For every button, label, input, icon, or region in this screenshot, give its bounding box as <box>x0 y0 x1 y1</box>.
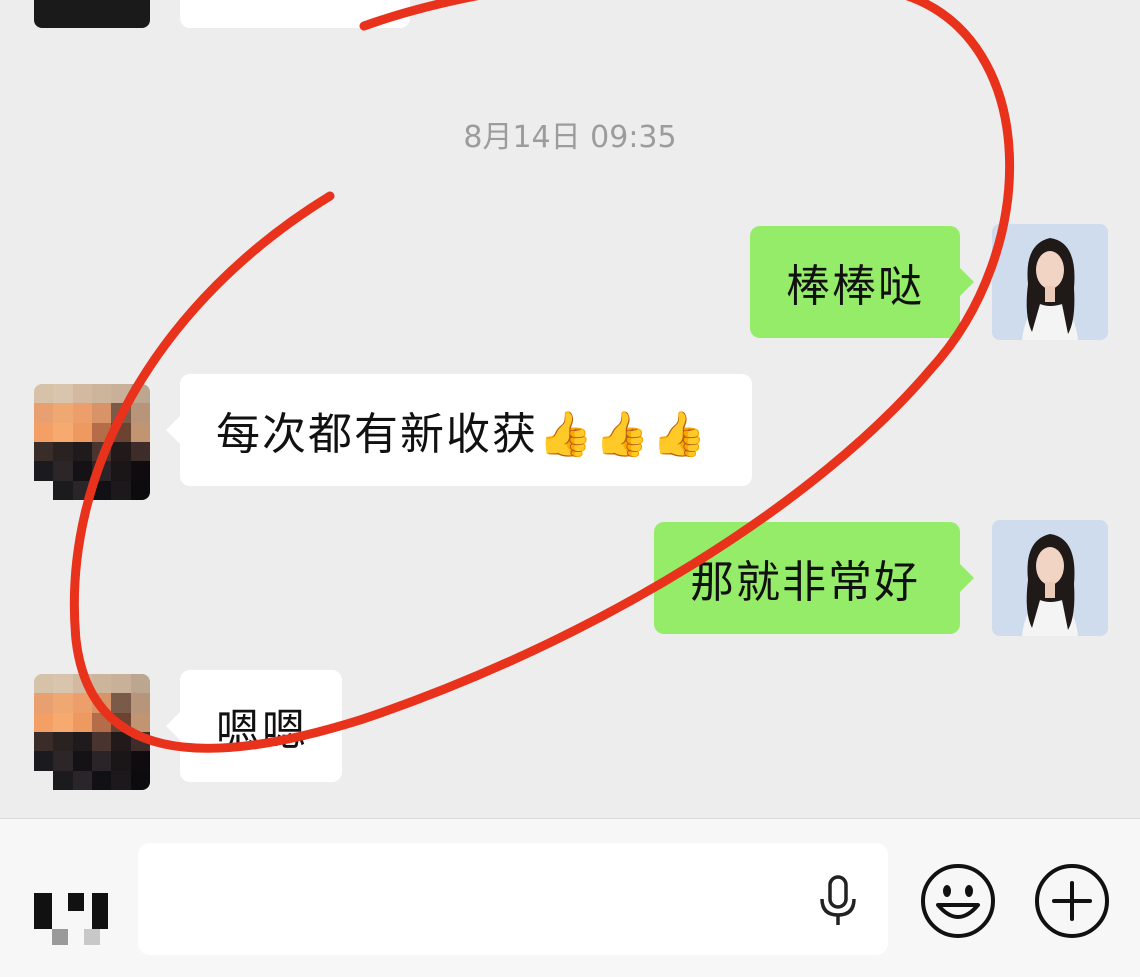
emoji-icon[interactable] <box>920 863 996 939</box>
message-bubble-received[interactable]: 每次都有新收获👍👍👍 <box>166 374 752 486</box>
contact-avatar[interactable] <box>34 674 150 790</box>
voice-toggle-icon[interactable] <box>34 893 110 945</box>
user-avatar[interactable] <box>992 224 1108 340</box>
contact-avatar[interactable] <box>34 0 150 28</box>
input-toolbar <box>0 818 1140 977</box>
message-input[interactable] <box>138 843 888 955</box>
contact-avatar[interactable] <box>34 384 150 500</box>
plus-icon[interactable] <box>1034 863 1110 939</box>
user-avatar[interactable] <box>992 520 1108 636</box>
contact-avatar-pixelated <box>34 674 150 790</box>
contact-avatar-pixelated <box>34 384 150 500</box>
message-bubble-sent[interactable]: 那就非常好 <box>654 522 974 634</box>
message-bubble-received[interactable]: 嗯嗯 <box>166 670 342 782</box>
message-text: 嗯嗯 <box>216 705 308 756</box>
message-timestamp: 8月14日 09:35 <box>463 120 677 155</box>
microphone-icon[interactable] <box>818 875 858 927</box>
message-bubble-partial[interactable] <box>180 0 410 28</box>
message-text: 每次都有新收获👍👍👍 <box>216 409 709 460</box>
avatar-portrait-icon <box>992 224 1108 340</box>
chat-area[interactable]: 8月14日 09:35 棒棒哒 每次都有新收获👍👍👍 那就非常好 嗯嗯 <box>0 0 1140 818</box>
message-text: 那就非常好 <box>690 557 920 608</box>
message-text: 棒棒哒 <box>786 261 924 312</box>
avatar-portrait-icon <box>992 520 1108 636</box>
message-bubble-sent[interactable]: 棒棒哒 <box>750 226 974 338</box>
